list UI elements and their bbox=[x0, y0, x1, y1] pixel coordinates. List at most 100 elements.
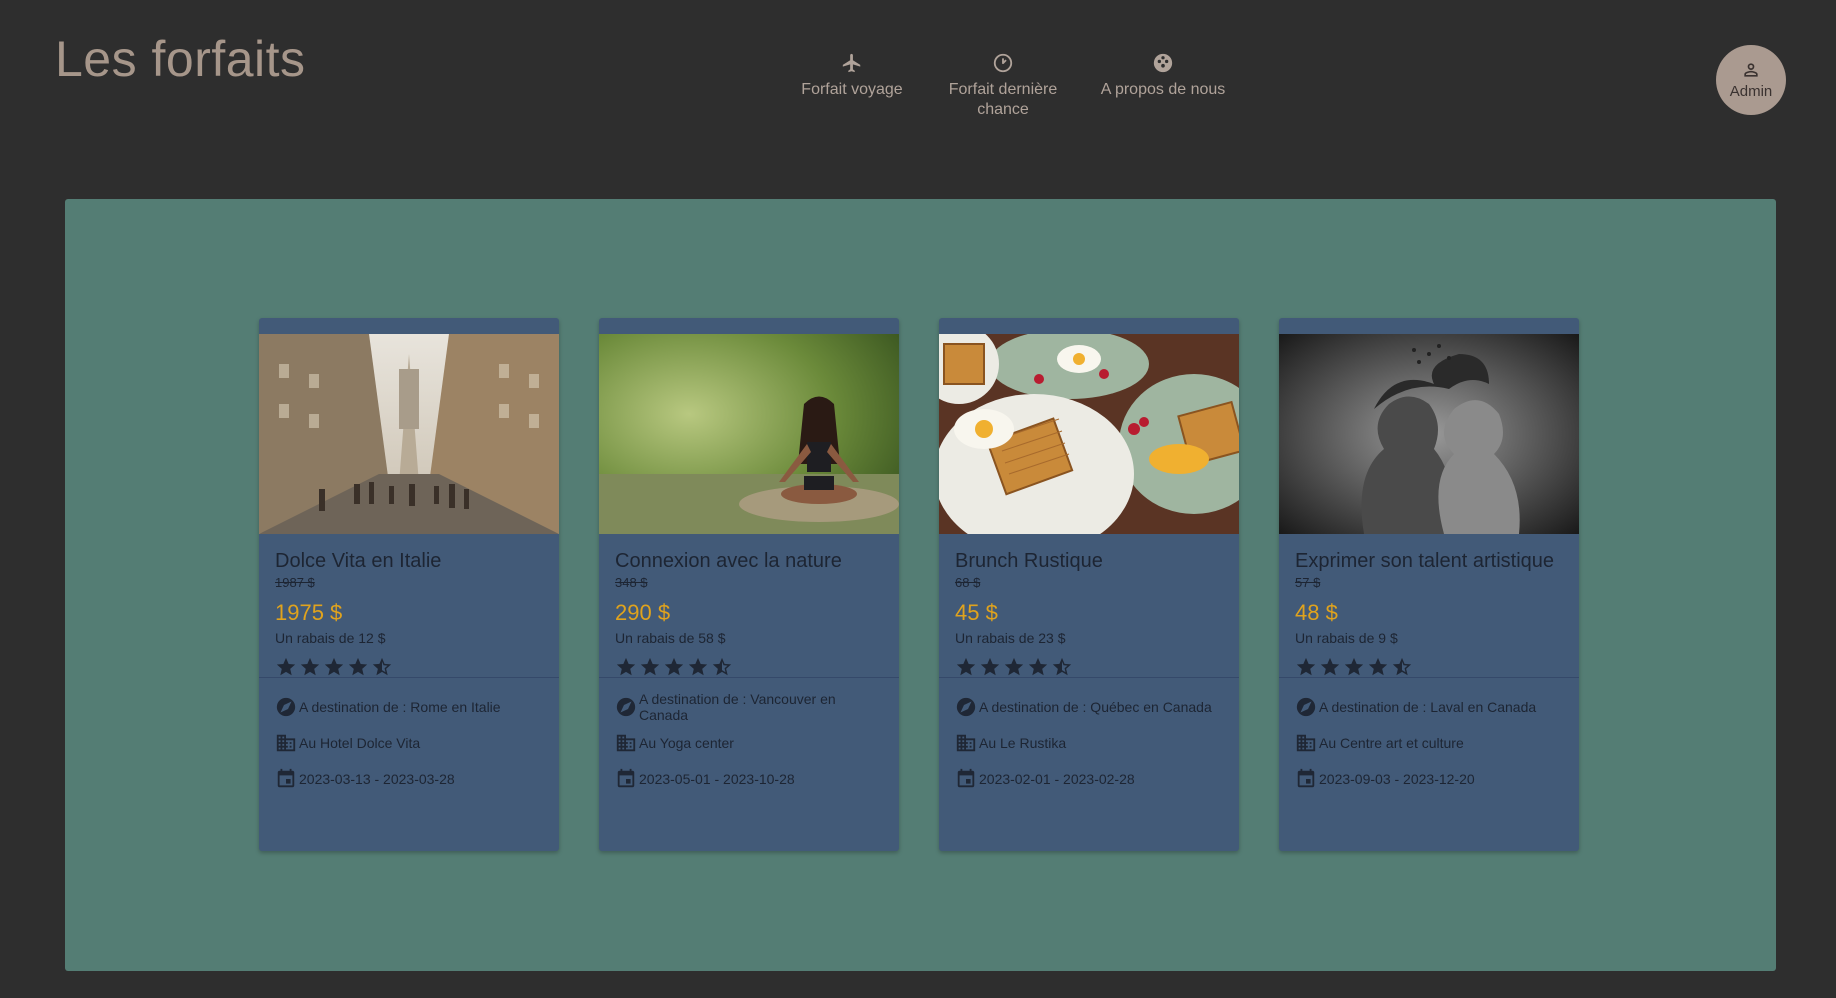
building-icon bbox=[616, 734, 636, 752]
rating-stars bbox=[955, 656, 1223, 678]
hotel-text: Au Le Rustika bbox=[979, 735, 1067, 751]
star-icon bbox=[1368, 657, 1388, 676]
dates-text: 2023-09-03 - 2023-12-20 bbox=[1319, 771, 1475, 787]
card-body: Exprimer son talent artistique 57 $ 48 $… bbox=[1279, 534, 1579, 677]
star-icon bbox=[1028, 657, 1048, 676]
star-icon bbox=[664, 657, 684, 676]
packages-panel: Dolce Vita en Italie 1987 $ 1975 $ Un ra… bbox=[65, 199, 1776, 971]
package-list: Dolce Vita en Italie 1987 $ 1975 $ Un ra… bbox=[259, 318, 1579, 851]
dates-row: 2023-09-03 - 2023-12-20 bbox=[1295, 768, 1563, 790]
package-card[interactable]: Dolce Vita en Italie 1987 $ 1975 $ Un ra… bbox=[259, 318, 559, 851]
star-icon bbox=[616, 657, 636, 676]
artistic-portrait-photo bbox=[1279, 334, 1579, 534]
calendar-icon bbox=[957, 768, 975, 788]
card-title: Exprimer son talent artistique bbox=[1295, 550, 1555, 572]
hotel-text: Au Centre art et culture bbox=[1319, 735, 1464, 751]
price: 290 $ bbox=[615, 600, 671, 625]
hotel-text: Au Yoga center bbox=[639, 735, 734, 751]
nav-label: Forfait dernière chance bbox=[948, 81, 1058, 118]
building-icon bbox=[956, 734, 976, 752]
star-icon bbox=[980, 657, 1000, 676]
city-street-photo bbox=[259, 334, 559, 534]
star-half-icon bbox=[1392, 657, 1412, 676]
card-details: A destination de : Rome en Italie Au Hot… bbox=[259, 678, 559, 804]
card-body: Dolce Vita en Italie 1987 $ 1975 $ Un ra… bbox=[259, 534, 559, 677]
calendar-icon bbox=[277, 768, 295, 788]
star-half-icon bbox=[712, 657, 732, 676]
airplane-icon bbox=[842, 53, 861, 73]
star-half-icon bbox=[1052, 657, 1072, 676]
calendar-icon bbox=[617, 768, 635, 788]
hotel-row: Au Centre art et culture bbox=[1295, 732, 1563, 754]
star-icon bbox=[688, 657, 708, 676]
price: 1975 $ bbox=[275, 600, 343, 625]
destination-text: A destination de : Rome en Italie bbox=[299, 699, 501, 715]
package-card[interactable]: Exprimer son talent artistique 57 $ 48 $… bbox=[1279, 318, 1579, 851]
compass-icon bbox=[956, 697, 976, 717]
nav-forfait-voyage[interactable]: Forfait voyage bbox=[777, 52, 927, 100]
person-icon bbox=[1744, 63, 1758, 77]
rating-stars bbox=[1295, 656, 1563, 678]
nav-a-propos[interactable]: A propos de nous bbox=[1088, 52, 1238, 100]
card-body: Connexion avec la nature 348 $ 290 $ Un … bbox=[599, 534, 899, 677]
package-card[interactable]: Brunch Rustique 68 $ 45 $ Un rabais de 2… bbox=[939, 318, 1239, 851]
destination-text: A destination de : Québec en Canada bbox=[979, 699, 1212, 715]
dates-text: 2023-05-01 - 2023-10-28 bbox=[639, 771, 795, 787]
hotel-row: Au Le Rustika bbox=[955, 732, 1223, 754]
calendar-icon bbox=[1297, 768, 1315, 788]
building-icon bbox=[276, 734, 296, 752]
admin-label: Admin bbox=[1729, 83, 1773, 100]
discount: Un rabais de 58 $ bbox=[615, 630, 726, 646]
star-icon bbox=[324, 657, 344, 676]
destination-row: A destination de : Rome en Italie bbox=[275, 696, 543, 718]
compass-icon bbox=[1296, 697, 1316, 717]
building-icon bbox=[1296, 734, 1316, 752]
discount: Un rabais de 23 $ bbox=[955, 630, 1066, 646]
main-nav: Forfait voyage Forfait dernière chance A… bbox=[0, 52, 1836, 132]
star-icon bbox=[956, 657, 976, 676]
star-icon bbox=[1296, 657, 1316, 676]
destination-row: A destination de : Québec en Canada bbox=[955, 696, 1223, 718]
group-icon bbox=[1153, 53, 1173, 73]
destination-row: A destination de : Laval en Canada bbox=[1295, 696, 1563, 718]
waffles-brunch-photo bbox=[939, 334, 1239, 534]
hotel-text: Au Hotel Dolce Vita bbox=[299, 735, 421, 751]
card-title: Dolce Vita en Italie bbox=[275, 550, 442, 572]
dates-text: 2023-02-01 - 2023-02-28 bbox=[979, 771, 1135, 787]
card-details: A destination de : Québec en Canada Au L… bbox=[939, 678, 1239, 804]
star-half-icon bbox=[372, 657, 392, 676]
dates-text: 2023-03-13 - 2023-03-28 bbox=[299, 771, 455, 787]
compass-icon bbox=[276, 697, 296, 717]
discount: Un rabais de 12 $ bbox=[275, 630, 386, 646]
star-icon bbox=[1344, 657, 1364, 676]
admin-button[interactable]: Admin bbox=[1716, 45, 1786, 115]
hotel-row: Au Hotel Dolce Vita bbox=[275, 732, 543, 754]
timer-icon bbox=[993, 53, 1013, 73]
old-price: 68 $ bbox=[955, 575, 981, 590]
star-icon bbox=[300, 657, 320, 676]
nav-label: Forfait voyage bbox=[801, 81, 903, 98]
destination-text: A destination de : Laval en Canada bbox=[1319, 699, 1537, 715]
old-price: 348 $ bbox=[615, 575, 648, 590]
star-icon bbox=[276, 657, 296, 676]
card-title: Brunch Rustique bbox=[955, 550, 1103, 572]
destination-text: A destination de : Vancouver en Canada bbox=[639, 691, 836, 723]
card-body: Brunch Rustique 68 $ 45 $ Un rabais de 2… bbox=[939, 534, 1239, 677]
old-price: 1987 $ bbox=[275, 575, 315, 590]
price: 48 $ bbox=[1295, 600, 1338, 625]
star-icon bbox=[348, 657, 368, 676]
hotel-row: Au Yoga center bbox=[615, 732, 883, 754]
rating-stars bbox=[615, 656, 883, 678]
dates-row: 2023-02-01 - 2023-02-28 bbox=[955, 768, 1223, 790]
dates-row: 2023-05-01 - 2023-10-28 bbox=[615, 768, 883, 790]
card-details: A destination de : Laval en Canada Au Ce… bbox=[1279, 678, 1579, 804]
card-details: A destination de : Vancouver en Canada A… bbox=[599, 678, 899, 804]
discount: Un rabais de 9 $ bbox=[1295, 630, 1398, 646]
yoga-nature-photo bbox=[599, 334, 899, 534]
package-card[interactable]: Connexion avec la nature 348 $ 290 $ Un … bbox=[599, 318, 899, 851]
old-price: 57 $ bbox=[1295, 575, 1321, 590]
star-icon bbox=[1320, 657, 1340, 676]
nav-forfait-derniere-chance[interactable]: Forfait dernière chance bbox=[928, 52, 1078, 120]
rating-stars bbox=[275, 656, 543, 678]
star-icon bbox=[640, 657, 660, 676]
